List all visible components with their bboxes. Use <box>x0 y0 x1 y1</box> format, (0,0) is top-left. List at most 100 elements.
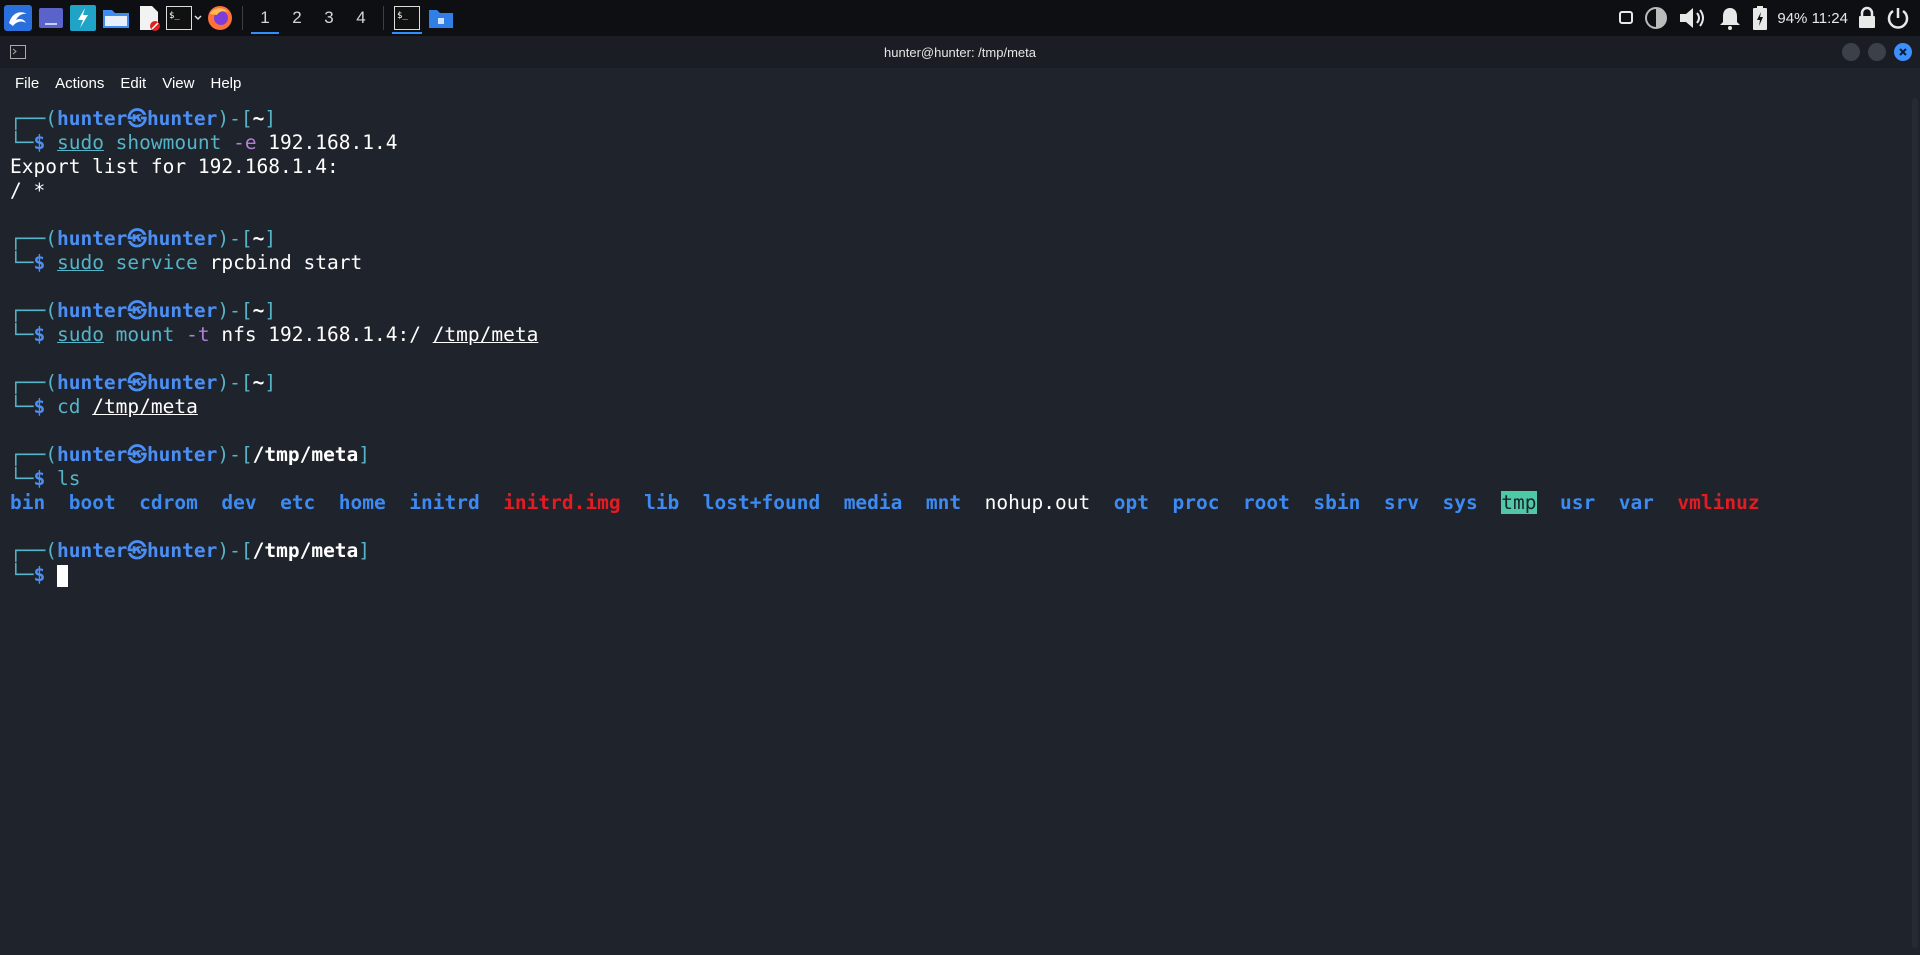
ls-entry-file: nohup.out <box>984 491 1091 514</box>
terminal-icon <box>10 45 26 62</box>
text-cursor <box>56 564 68 587</box>
close-button[interactable] <box>1894 43 1912 61</box>
prompt-frame: ┌──( <box>10 107 57 130</box>
command-argument: /tmp/meta <box>432 323 539 346</box>
workspace-4[interactable]: 4 <box>345 0 377 36</box>
ls-gap <box>257 491 280 514</box>
scrollbar[interactable] <box>1912 98 1918 948</box>
ls-entry-dir: bin <box>10 491 46 514</box>
top-panel: $_ 1 2 3 4 $_ 94% 11:24 <box>0 0 1920 36</box>
ls-entry-dir: srv <box>1383 491 1420 514</box>
minimize-button[interactable] <box>1842 43 1860 61</box>
prompt-header: ┌──(hunter㉿hunter)-[~] <box>10 107 1900 131</box>
lock-icon[interactable] <box>1856 0 1878 36</box>
ls-entry-broken: vmlinuz <box>1677 491 1760 514</box>
ls-gap <box>1360 491 1383 514</box>
kali-menu-icon[interactable] <box>2 0 34 36</box>
ls-entry-dir: proc <box>1172 491 1220 514</box>
prompt-frame: └─ <box>10 131 34 154</box>
ls-gap <box>820 491 843 514</box>
taskbar-terminal-window[interactable]: $_ <box>390 0 424 36</box>
volume-icon[interactable] <box>1677 0 1709 36</box>
prompt-frame: ] <box>264 299 277 322</box>
text-editor-icon[interactable] <box>134 0 164 36</box>
workspace-1[interactable]: 1 <box>249 0 281 36</box>
prompt-command-line: └─$ cd /tmp/meta <box>10 395 1900 419</box>
power-icon[interactable] <box>1886 0 1910 36</box>
command-output: Export list for 192.168.1.4: <box>10 155 339 178</box>
workspace-3[interactable]: 3 <box>313 0 345 36</box>
prompt-dollar: $ <box>33 251 57 274</box>
workspace-2[interactable]: 2 <box>281 0 313 36</box>
bell-icon[interactable] <box>1717 0 1743 36</box>
prompt-dollar: $ <box>33 131 57 154</box>
ls-entry-dir: home <box>338 491 386 514</box>
prompt-frame: └─ <box>10 563 34 586</box>
prompt-path: ~ <box>252 227 265 250</box>
prompt-frame: ┌──( <box>10 299 57 322</box>
prompt-header: ┌──(hunter㉿hunter)-[/tmp/meta] <box>10 539 1900 563</box>
prompt-command-line: └─$ sudo service rpcbind start <box>10 251 1900 275</box>
command-argument: -t <box>186 323 210 346</box>
prompt-dollar: $ <box>33 467 57 490</box>
prompt-host: hunter <box>146 539 218 562</box>
ls-gap <box>679 491 702 514</box>
ls-gap <box>315 491 338 514</box>
prompt-frame: └─ <box>10 323 34 346</box>
prompt-frame: )-[ <box>217 371 253 394</box>
ls-gap <box>1419 491 1442 514</box>
prompt-command-line: └─$ sudo mount -t nfs 192.168.1.4:/ /tmp… <box>10 323 1900 347</box>
command-argument: showmount <box>103 131 234 154</box>
ls-gap <box>1149 491 1172 514</box>
battery-icon[interactable] <box>1751 0 1769 36</box>
prompt-header: ┌──(hunter㉿hunter)-[/tmp/meta] <box>10 443 1900 467</box>
desktop-icon[interactable] <box>34 0 68 36</box>
ls-entry-dir: initrd <box>409 491 480 514</box>
prompt-host: hunter <box>146 107 218 130</box>
ls-entry-dir: var <box>1618 491 1654 514</box>
taskbar-file-manager-window[interactable] <box>424 0 458 36</box>
command-argument: mount <box>103 323 187 346</box>
prompt-frame: ┌──( <box>10 539 57 562</box>
command-argument: nfs 192.168.1.4:/ <box>209 323 433 346</box>
command-name: sudo <box>56 131 104 154</box>
command-name: sudo <box>56 323 104 346</box>
prompt-header: ┌──(hunter㉿hunter)-[~] <box>10 299 1900 323</box>
prompt-frame: ] <box>358 443 371 466</box>
prompt-header: ┌──(hunter㉿hunter)-[~] <box>10 227 1900 251</box>
close-icon <box>1899 48 1907 56</box>
prompt-path: /tmp/meta <box>252 539 359 562</box>
prompt-frame: )-[ <box>217 107 253 130</box>
ls-entry-dir: etc <box>280 491 316 514</box>
prompt-command-line: └─$ <box>10 563 1900 587</box>
clock[interactable]: 94% 11:24 <box>1777 0 1848 36</box>
prompt-header: ┌──(hunter㉿hunter)-[~] <box>10 371 1900 395</box>
window-titlebar[interactable]: hunter@hunter: /tmp/meta <box>0 36 1920 68</box>
settings-icon[interactable] <box>68 0 98 36</box>
ls-entry-dir: sys <box>1442 491 1478 514</box>
ls-gap <box>1537 491 1560 514</box>
maximize-button[interactable] <box>1868 43 1886 61</box>
ls-entry-sticky: tmp <box>1501 491 1537 514</box>
ls-entry-dir: media <box>843 491 903 514</box>
prompt-path: ~ <box>252 107 265 130</box>
display-theme-icon[interactable] <box>1643 0 1669 36</box>
prompt-skull-icon: ㉿ <box>127 227 147 250</box>
ls-entry-broken: initrd.img <box>503 491 621 514</box>
file-manager-icon[interactable] <box>98 0 134 36</box>
ls-entry-dir: lost+found <box>702 491 821 514</box>
terminal-icon[interactable]: $_ <box>164 0 204 36</box>
ls-entry-dir: boot <box>68 491 116 514</box>
ls-gap <box>45 491 68 514</box>
prompt-dollar: $ <box>33 323 57 346</box>
prompt-frame: )-[ <box>217 539 253 562</box>
prompt-frame: ] <box>358 539 371 562</box>
firefox-icon[interactable] <box>204 0 236 36</box>
command-argument: rpcbind start <box>209 251 363 274</box>
terminal-output[interactable]: ┌──(hunter㉿hunter)-[~] └─$ sudo showmount… <box>10 83 1900 587</box>
notification-icon[interactable] <box>1617 0 1635 36</box>
prompt-dollar: $ <box>33 563 57 586</box>
